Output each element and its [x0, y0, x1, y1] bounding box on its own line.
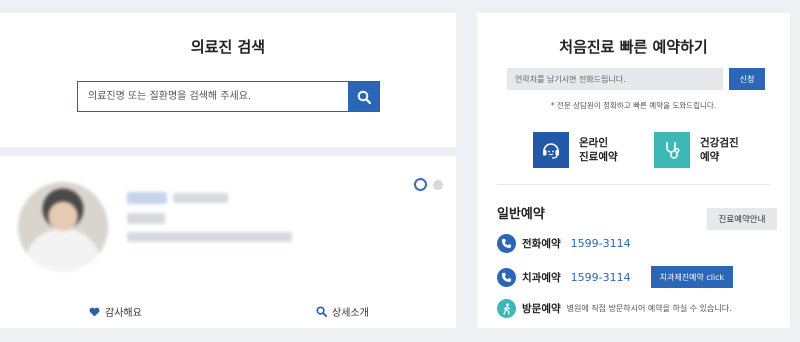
apply-button[interactable]: 신청: [729, 68, 765, 90]
divider: [497, 184, 770, 185]
dental-reservation-label: 치과예약: [522, 271, 561, 284]
search-icon: [357, 90, 371, 104]
detail-button[interactable]: 상세소개: [316, 304, 369, 319]
pager-dot-active[interactable]: [414, 178, 427, 191]
quick-reservation-panel: 처음진료 빠른 예약하기 신청 * 전문 상담원이 정확하고 빠른 예약을 도와…: [477, 13, 790, 328]
visit-reservation-label: 방문예약: [522, 303, 561, 315]
stethoscope-icon: [654, 132, 690, 168]
detail-label: 상세소개: [332, 308, 369, 319]
doctor-title-blurred: [127, 213, 165, 224]
dental-reservation-button[interactable]: 치과제진예약 click: [650, 266, 734, 288]
heart-icon: [89, 307, 100, 317]
reservation-title: 처음진료 빠른 예약하기: [559, 38, 708, 56]
pager-dot[interactable]: [433, 180, 443, 190]
health-checkup-link[interactable]: 건강검진 예약: [654, 132, 739, 168]
doctor-card-panel: 감사해요 상세소개: [0, 156, 456, 328]
dental-phone-number[interactable]: 1599-3114: [571, 271, 631, 284]
phone-icon: [497, 234, 516, 253]
thanks-button[interactable]: 감사해요: [89, 304, 142, 319]
phone-input[interactable]: [507, 68, 723, 90]
search-button[interactable]: [348, 82, 379, 111]
reservation-notice: * 전문 상담원이 정확하고 빠른 예약을 도와드립니다.: [550, 101, 717, 110]
online-reservation-label: 온라인 진료예약: [579, 137, 618, 163]
phone-icon: [497, 267, 516, 287]
walking-person-icon: [497, 299, 516, 318]
health-checkup-label: 건강검진 예약: [700, 137, 739, 163]
thanks-label: 감사해요: [105, 308, 142, 319]
dental-reservation-row: 치과예약 1599-3114 치과제진예약 click: [497, 266, 734, 288]
search-input[interactable]: [78, 82, 348, 111]
card-pager: [414, 178, 443, 191]
online-reservation-link[interactable]: 온라인 진료예약: [533, 132, 618, 168]
search-box: [77, 81, 380, 112]
reservation-guide-button[interactable]: 진료예약안내: [707, 208, 777, 230]
visit-reservation-desc: 병원에 직접 방문하시어 예약을 하실 수 있습니다.: [566, 304, 732, 313]
phone-number[interactable]: 1599-3114: [571, 237, 631, 250]
doctor-dept-blurred: [173, 193, 228, 203]
magnifier-icon: [316, 306, 327, 317]
visit-reservation-row: 방문예약 병원에 직접 방문하시어 예약을 하실 수 있습니다.: [497, 299, 732, 318]
search-title: 의료진 검색: [190, 38, 266, 56]
phone-reservation-label: 전화예약: [522, 238, 561, 250]
doctor-name-blurred: [127, 192, 167, 204]
doctor-specialty-blurred: [127, 232, 292, 242]
headset-icon: [533, 132, 569, 168]
phone-reservation-row: 전화예약 1599-3114: [497, 234, 631, 253]
general-reservation-title: 일반예약: [497, 207, 545, 222]
doctor-search-panel: 의료진 검색: [0, 13, 456, 147]
doctor-avatar: [18, 182, 108, 272]
